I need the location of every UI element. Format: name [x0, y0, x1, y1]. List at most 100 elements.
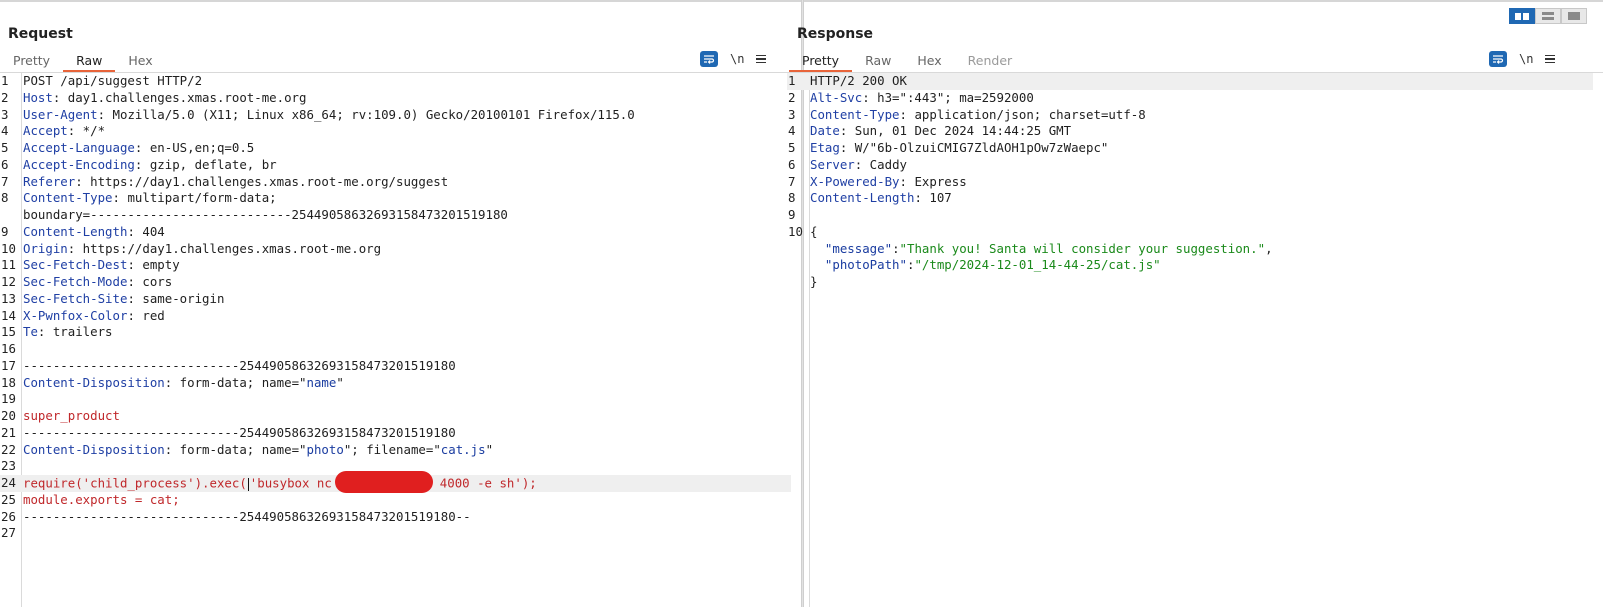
line-code: Content-Disposition: form-data; name="ph… [23, 442, 493, 459]
tab-raw[interactable]: Raw [63, 50, 116, 72]
code-token: , [1265, 240, 1273, 256]
code-line: 14 X-Pwnfox-Color: red [0, 308, 791, 325]
code-token: : day1.challenges.xmas.root-me.org [52, 89, 307, 105]
tab-pretty[interactable]: Pretty [0, 50, 63, 72]
line-number: 14 [1, 307, 16, 323]
wrap-icon [704, 55, 715, 64]
line-code: Origin: https://day1.challenges.xmas.roo… [23, 241, 381, 258]
code-token: : en-US,en;q=0.5 [134, 140, 255, 155]
line-code: Accept-Encoding: gzip, deflate, br [23, 157, 277, 174]
line-number: 16 [1, 341, 16, 356]
header-name: Content-Length [23, 223, 128, 239]
code-token: : form-data; name=" [164, 441, 307, 457]
response-editor[interactable]: 1 HTTP/2 200 OK 2 Alt-Svc: h3=":443"; ma=25… [787, 73, 1603, 607]
code-line: 27 [0, 525, 791, 542]
code-token: require('child_process').exec( [23, 475, 247, 491]
code-line: 8 Content-Type: multipart/form-data; [0, 190, 791, 207]
line-code: Content-Length: 404 [23, 224, 165, 241]
line-number: 7 [788, 173, 796, 189]
header-name: X-Powered-By [810, 173, 900, 189]
code-line: 18 Content-Disposition: form-data; name="… [0, 375, 791, 392]
line-code: Content-Length: 107 [810, 190, 952, 207]
code-token: cat.js [440, 441, 486, 457]
code-token: -----------------------------25449058632… [23, 357, 456, 373]
code-line: 17 -----------------------------254490586… [0, 358, 791, 375]
code-token: " [485, 441, 494, 457]
line-code: Etag: W/"6b-OlzuiCMIG7ZldAOH1pOw7zWaepc" [810, 140, 1108, 157]
header-name: Content-Length [810, 190, 915, 206]
code-line: 10 { [787, 224, 1593, 241]
line-code: boundary=---------------------------2544… [23, 207, 508, 224]
line-number: 5 [1, 140, 9, 155]
line-number: 27 [1, 525, 16, 541]
tab-hex[interactable]: Hex [115, 50, 165, 72]
line-number: 15 [1, 324, 16, 340]
code-token: : https://day1.challenges.xmas.root-me.o… [67, 240, 382, 256]
code-line: 2 Alt-Svc: h3=":443"; ma=2592000 [787, 90, 1593, 107]
line-code: Host: day1.challenges.xmas.root-me.org [23, 90, 306, 107]
line-code: Content-Type: multipart/form-data; [23, 190, 277, 207]
line-number: 1 [1, 73, 9, 88]
tab-render[interactable]: Render [955, 50, 1026, 72]
code-line: 2 Host: day1.challenges.xmas.root-me.org [0, 90, 791, 107]
code-token: : Express [899, 173, 967, 189]
line-number: 23 [1, 458, 16, 474]
code-token: -----------------------------25449058632… [23, 508, 471, 524]
code-line: 5 Accept-Language: en-US,en;q=0.5 [0, 140, 791, 157]
code-token: "photoPath" [810, 257, 907, 273]
code-line: 15 Te: trailers [0, 324, 791, 341]
header-name: Server [810, 156, 855, 172]
line-code: Sec-Fetch-Site: same-origin [23, 291, 224, 308]
line-code: Content-Type: application/json; charset=… [810, 107, 1146, 124]
tab-hex[interactable]: Hex [904, 50, 954, 72]
tab-pretty[interactable]: Pretty [789, 50, 853, 72]
code-line: } [787, 274, 1593, 291]
code-line: 20 super_product [0, 408, 791, 425]
code-token: name [306, 374, 337, 390]
code-token: : multipart/form-data; [112, 190, 277, 206]
hamburger-menu-icon[interactable] [1545, 54, 1556, 64]
line-number: 24 [1, 475, 16, 490]
header-name: Content-Type [810, 106, 900, 122]
tab-raw[interactable]: Raw [852, 50, 904, 72]
code-line: 1 HTTP/2 200 OK [787, 73, 1593, 90]
request-editor[interactable]: 1 POST /api/suggest HTTP/2 2 Host: day1.cha… [0, 73, 801, 607]
line-code: super_product [23, 408, 120, 425]
line-number: 25 [1, 491, 16, 507]
line-number: 8 [788, 190, 796, 206]
word-wrap-button[interactable] [1489, 51, 1507, 67]
code-line: 26 -----------------------------254490586… [0, 509, 791, 526]
line-code: Date: Sun, 01 Dec 2024 14:44:25 GMT [810, 123, 1071, 140]
code-token: : empty [127, 257, 180, 273]
line-code: User-Agent: Mozilla/5.0 (X11; Linux x86_… [23, 107, 635, 124]
line-number: 3 [788, 106, 796, 122]
line-code: Accept-Language: en-US,en;q=0.5 [23, 140, 254, 157]
line-number: 13 [1, 290, 16, 306]
line-number: 10 [1, 240, 16, 256]
code-token: "; filename=" [343, 441, 441, 457]
line-number: 9 [788, 207, 796, 222]
newline-toggle-button[interactable]: \n [1519, 52, 1533, 66]
line-number: 21 [1, 424, 16, 440]
request-title: Request [8, 26, 73, 42]
line-number: 18 [1, 374, 16, 390]
code-line: "photoPath":"/tmp/2024-12-01_14-44-25/ca… [787, 257, 1593, 274]
code-line: 3 User-Agent: Mozilla/5.0 (X11; Linux x86… [0, 107, 791, 124]
line-number: 22 [1, 441, 16, 457]
line-code: } [810, 274, 817, 291]
line-number: 5 [788, 140, 796, 155]
word-wrap-button[interactable] [700, 51, 718, 67]
header-name: User-Agent [23, 106, 98, 122]
header-name: Host [23, 89, 53, 105]
request-tabs: Pretty Raw Hex [0, 50, 166, 72]
code-token: { [810, 223, 818, 239]
hamburger-menu-icon[interactable] [756, 54, 767, 64]
code-line: 6 Server: Caddy [787, 157, 1593, 174]
line-code: X-Pwnfox-Color: red [23, 308, 165, 325]
line-number: 1 [788, 73, 796, 88]
code-token: : */* [67, 123, 106, 139]
newline-toggle-button[interactable]: \n [730, 52, 744, 66]
code-line: 3 Content-Type: application/json; charset… [787, 107, 1593, 124]
line-number: 9 [1, 223, 9, 239]
line-code: require('child_process').exec('busybox n… [23, 471, 537, 493]
